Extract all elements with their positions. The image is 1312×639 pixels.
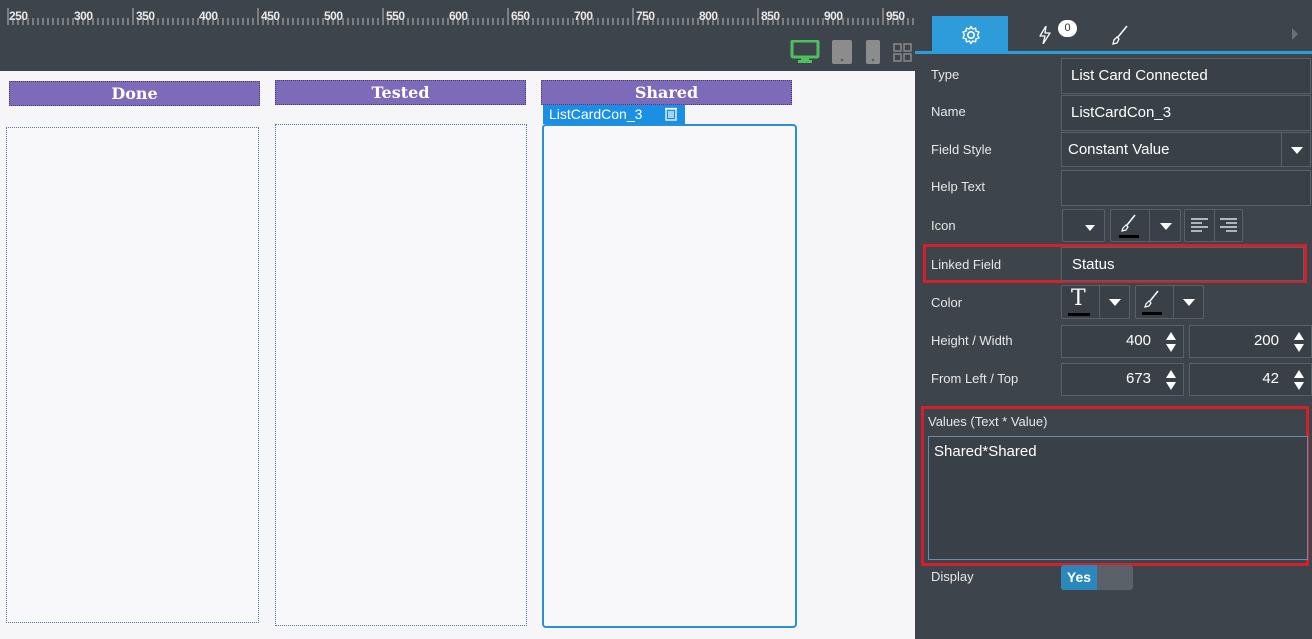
field-style-select[interactable]: Constant Value (1061, 132, 1311, 167)
ruler-label: 900 (824, 9, 843, 23)
phone-icon[interactable] (866, 40, 880, 64)
icon-align-group (1184, 209, 1243, 242)
text-color-picker[interactable]: T (1061, 285, 1130, 319)
list-card-shared-selected[interactable] (542, 124, 797, 628)
chevron-down-icon (1109, 299, 1121, 306)
values-label: Values (Text * Value) (928, 414, 1048, 429)
type-field[interactable]: List Card Connected (1061, 58, 1311, 94)
text-color-swatch (1068, 313, 1090, 316)
spinner-icon[interactable] (1165, 369, 1177, 391)
icon-label: Icon (931, 218, 956, 233)
icon-color-picker[interactable] (1110, 209, 1181, 242)
left-top-label: From Left / Top (931, 371, 1019, 386)
list-card-tested[interactable] (275, 124, 527, 626)
name-field[interactable]: ListCardCon_3 (1061, 95, 1311, 131)
width-stepper[interactable]: 200 (1189, 325, 1312, 358)
brush-icon (1112, 25, 1128, 45)
field-style-caret (1281, 133, 1310, 166)
tab-events[interactable] (1025, 16, 1085, 54)
text-color-icon: T (1071, 286, 1086, 311)
brush-icon (1142, 290, 1162, 315)
linked-field-input[interactable]: Status (1061, 247, 1304, 281)
left-stepper[interactable]: 673 (1061, 363, 1184, 396)
events-count-badge: 0 (1058, 20, 1077, 37)
brush-icon (1119, 214, 1139, 238)
list-card-done[interactable] (6, 127, 259, 623)
height-value: 400 (1125, 332, 1151, 349)
chevron-down-icon (1160, 223, 1172, 230)
ruler-label: 400 (199, 9, 218, 23)
align-right-icon[interactable] (1220, 218, 1237, 232)
spinner-icon[interactable] (1165, 331, 1177, 353)
scroll-right-icon[interactable] (1291, 28, 1299, 40)
ruler-label: 450 (261, 9, 280, 23)
display-toggle-on: Yes (1061, 565, 1097, 590)
help-text-field[interactable] (1061, 170, 1311, 206)
spinner-icon[interactable] (1293, 331, 1305, 353)
height-width-label: Height / Width (931, 333, 1013, 348)
color-label: Color (931, 295, 963, 310)
width-value: 200 (1253, 332, 1279, 349)
ruler-label: 800 (699, 9, 718, 23)
height-stepper[interactable]: 400 (1061, 325, 1184, 358)
tab-settings[interactable] (932, 16, 1008, 54)
lightning-icon (1039, 26, 1051, 44)
display-label: Display (931, 569, 974, 584)
field-style-label: Field Style (931, 142, 992, 157)
background-color-picker[interactable] (1135, 285, 1204, 319)
help-text-label: Help Text (931, 179, 985, 194)
ruler-label: 550 (386, 9, 405, 23)
tab-style[interactable] (1101, 16, 1141, 54)
column-header-tested[interactable]: Tested (275, 80, 526, 105)
icon-picker[interactable] (1062, 209, 1105, 242)
panel-tabs: 0 (915, 0, 1312, 54)
top-stepper[interactable]: 42 (1189, 363, 1312, 396)
align-left-icon[interactable] (1191, 218, 1208, 232)
selected-component-name: ListCardCon_3 (549, 106, 643, 122)
ruler-label: 700 (574, 9, 593, 23)
chevron-down-icon (1291, 147, 1303, 154)
linked-field-label: Linked Field (931, 257, 1002, 272)
ruler-label: 650 (511, 9, 530, 23)
column-header-done[interactable]: Done (9, 81, 260, 106)
ruler-label: 250 (9, 9, 28, 23)
horizontal-ruler: 250 300 350 400 450 500 550 600 650 700 … (0, 0, 915, 30)
trash-icon[interactable] (665, 107, 677, 121)
desktop-icon[interactable] (790, 40, 820, 64)
ruler-label: 750 (636, 9, 655, 23)
designer-area: 250 300 350 400 450 500 550 600 650 700 … (0, 0, 915, 639)
top-value: 42 (1262, 370, 1279, 387)
display-toggle[interactable]: Yes (1061, 565, 1133, 590)
ruler-label: 950 (886, 9, 905, 23)
ruler-label: 600 (449, 9, 468, 23)
type-label: Type (931, 67, 960, 82)
ruler-label: 850 (761, 9, 780, 23)
field-style-value: Constant Value (1068, 141, 1170, 158)
selected-component-tag[interactable]: ListCardCon_3 (543, 105, 685, 124)
ruler-label: 300 (74, 9, 93, 23)
left-value: 673 (1125, 370, 1151, 387)
name-label: Name (931, 104, 966, 119)
chevron-down-icon (1085, 225, 1095, 231)
values-textarea[interactable]: Shared*Shared (928, 436, 1308, 560)
device-toolbar (0, 30, 915, 71)
chevron-down-icon (1183, 299, 1195, 306)
gear-icon (962, 25, 980, 45)
column-header-shared[interactable]: Shared (541, 80, 792, 105)
ruler-label: 350 (136, 9, 155, 23)
grid-icon[interactable] (893, 43, 913, 63)
spinner-icon[interactable] (1293, 369, 1305, 391)
tablet-icon[interactable] (831, 40, 853, 64)
ruler-label: 500 (324, 9, 343, 23)
